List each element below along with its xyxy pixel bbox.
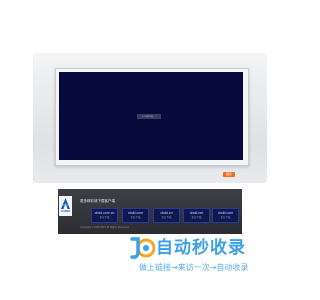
download-button-sub: 正在下载 [220,216,231,219]
download-button-sub: 正在下载 [130,216,141,219]
more-button[interactable]: 更多 [223,172,235,177]
brand-logo-icon [130,237,155,259]
download-button-5[interactable]: cbdd.com 正在下载 [212,208,239,223]
download-button-4[interactable]: cbdd.net 正在下载 [183,208,210,223]
brand-name: 自动秒收录 [156,238,246,258]
download-button-1[interactable]: cbdd.com.cn 正在下载 [91,208,118,223]
player-stand-caption [128,163,174,166]
copyright-text: Copyright © 2005-2015 All Rights Reserve… [80,226,130,229]
footer-heading: 更多精彩请下载客户端 [80,199,115,203]
download-button-3[interactable]: cbdd.cn 正在下载 [153,208,180,223]
player-overlay-label: Loading... [137,114,161,119]
download-button-sub: 正在下载 [161,216,172,219]
download-button-sub: 正在下载 [191,216,202,219]
download-button-2[interactable]: cbdd.com 正在下载 [122,208,149,223]
company-logo-icon [61,198,70,209]
company-logo-text: LIANDA [60,210,71,213]
brand-slogan: 做上链接→来访一次→自动收录 [139,263,249,272]
download-button-sub: 正在下载 [99,216,110,219]
